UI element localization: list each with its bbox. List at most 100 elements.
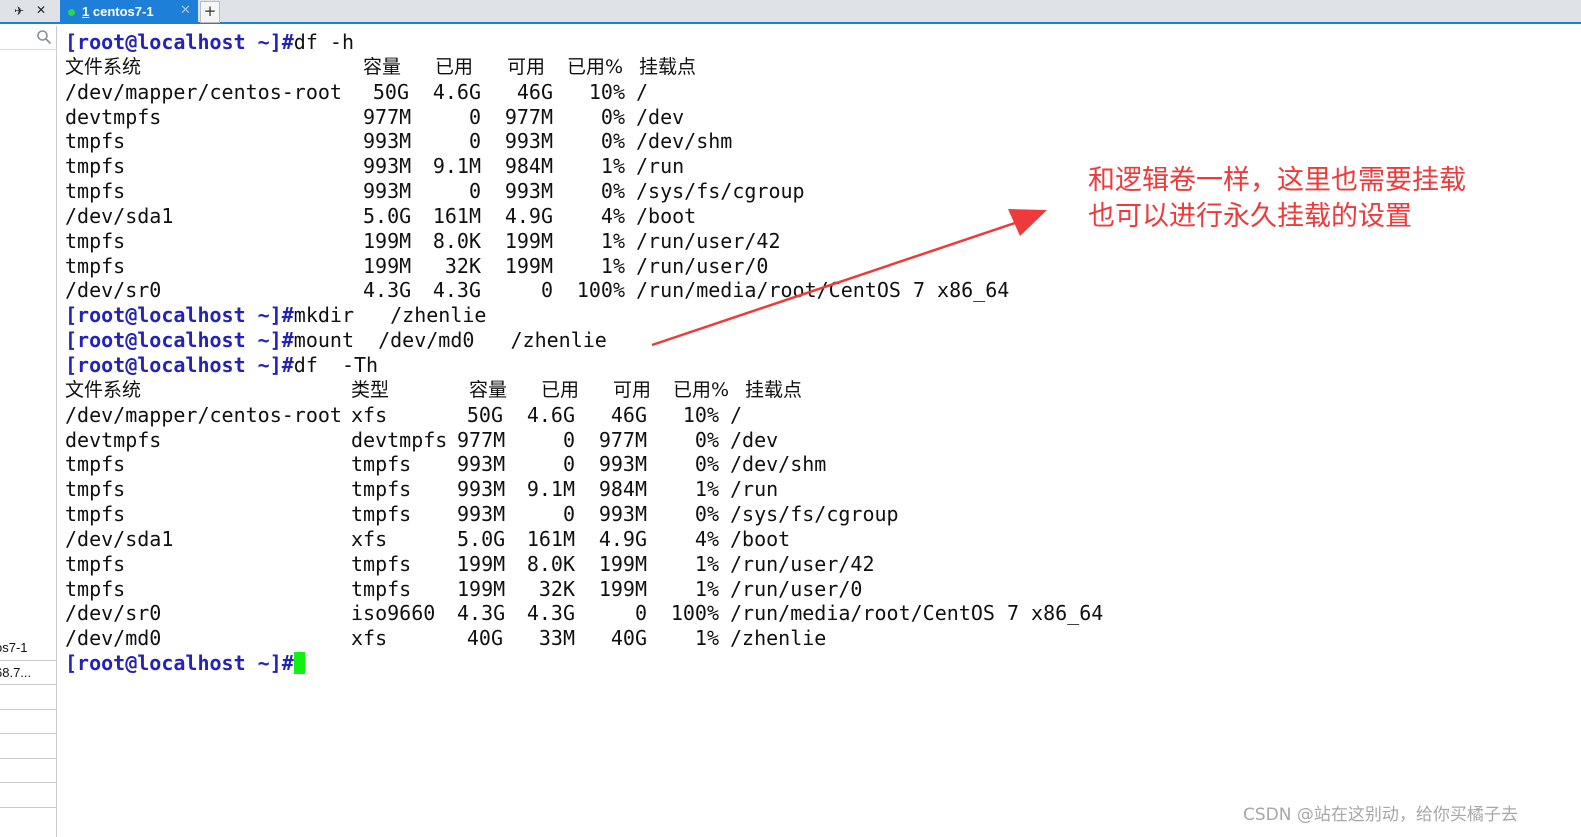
df-cell: 5.0G [457, 526, 506, 551]
session-item[interactable] [0, 734, 57, 759]
command-line: [root@localhost ~]# [65, 651, 1165, 676]
df-header-row: 文件系统 类型 容量 已用 可用 已用% 挂载点 [65, 378, 1165, 403]
df-cell: / [730, 402, 743, 427]
df-cell: /run/user/42 [730, 551, 875, 576]
sidebar-search[interactable] [0, 26, 57, 50]
df-cell: 4% [600, 203, 625, 228]
command-line: [root@localhost ~]#mount /dev/md0 /zhenl… [65, 328, 1165, 353]
df-cell: tmpfs [351, 576, 412, 601]
df-cell: tmpfs [65, 154, 126, 179]
shell-prompt: [root@localhost ~]# [65, 30, 294, 54]
df-row: tmpfs tmpfs 199M 32K 199M 1% /run/user/0 [65, 577, 1165, 602]
session-list: os7-1 68.7... [0, 636, 57, 808]
session-item[interactable] [0, 685, 57, 710]
df-cell: /dev/sr0 [65, 278, 162, 303]
shell-prompt: [root@localhost ~]# [65, 352, 294, 377]
session-item[interactable] [0, 710, 57, 734]
df-header-cell: 文件系统 [65, 378, 142, 401]
df-cell: tmpfs [65, 179, 126, 204]
df-cell: 199M [363, 253, 412, 278]
command-line: [root@localhost ~]#df -Th [65, 353, 1165, 378]
tab-centos7-1[interactable]: 1 centos7-1 ✕ [60, 0, 198, 24]
df-cell: 4.9G [504, 203, 553, 228]
pin-icon[interactable]: ✈ [14, 4, 28, 20]
df-cell: 993M [457, 477, 506, 502]
df-row: /dev/md0 xfs 40G 33M 40G 1% /zhenlie [65, 626, 1165, 651]
session-item-label: 68.7... [0, 664, 32, 680]
df-cell: 100% [576, 278, 625, 303]
df-cell: 993M [598, 452, 647, 477]
df-cell: 977M [598, 427, 647, 452]
df-cell: 46G [516, 79, 553, 104]
df-cell: 0 [540, 278, 553, 303]
session-item[interactable] [0, 759, 57, 783]
df-cell: devtmpfs [65, 104, 162, 129]
df-cell: /boot [636, 203, 697, 228]
command-text: mount /dev/md0 /zhenlie [293, 328, 607, 353]
df-cell: 977M [457, 427, 506, 452]
session-item[interactable] [0, 783, 57, 808]
df-cell: tmpfs [65, 129, 126, 154]
terminal-output[interactable]: [root@localhost ~]#df -h 文件系统 容量 已用 可用 已用% 挂载… [65, 30, 1165, 676]
df-cell: 0% [600, 104, 625, 129]
df-cell: 0 [562, 452, 575, 477]
df-cell: 1% [694, 477, 719, 502]
df-cell: 4.6G [432, 79, 481, 104]
df-cell: /dev/shm [636, 129, 733, 154]
df-cell: tmpfs [65, 576, 126, 601]
df-cell: 32K [444, 253, 481, 278]
df-cell: xfs [351, 402, 388, 427]
df-cell: 977M [504, 104, 553, 129]
df-header-cell: 已用% [673, 378, 730, 401]
tab-label: 1 centos7-1 [82, 4, 154, 19]
df-cell: 4.3G [526, 601, 575, 626]
df-cell: devtmpfs [351, 427, 448, 452]
df-cell: 1% [600, 253, 625, 278]
df-cell: 993M [457, 502, 506, 527]
tab-close-icon[interactable]: ✕ [180, 3, 191, 18]
df-cell: 993M [598, 502, 647, 527]
df-cell: /run/user/0 [730, 576, 863, 601]
search-icon[interactable] [36, 29, 52, 45]
df-cell: /sys/fs/cgroup [730, 502, 899, 527]
df-cell: devtmpfs [65, 427, 162, 452]
df-header-cell: 可用 [507, 55, 546, 78]
df-cell: /dev/sda1 [65, 203, 174, 228]
df-cell: 199M [457, 551, 506, 576]
df-cell: 161M [432, 203, 481, 228]
df-cell: /boot [730, 526, 791, 551]
close-icon[interactable]: ✕ [36, 3, 50, 19]
connection-status-icon [68, 9, 75, 16]
df-cell: 161M [526, 526, 575, 551]
df-cell: 0 [562, 427, 575, 452]
df-cell: 199M [504, 253, 553, 278]
df-row: /dev/sr0 4.3G 4.3G 0 100% /run/media/root/Cen… [65, 278, 1165, 303]
df-cell: /run/media/root/CentOS 7 x86_64 [730, 601, 1104, 626]
df-row: tmpfs 993M 0 993M 0% /sys/fs/cgroup [65, 179, 1165, 204]
df-cell: /dev/md0 [65, 626, 162, 651]
df-cell: 0 [634, 601, 647, 626]
df-cell: 5.0G [363, 203, 412, 228]
df-header-cell: 挂载点 [639, 55, 697, 78]
df-header-cell: 已用% [567, 55, 624, 78]
df-cell: 32K [538, 576, 575, 601]
df-cell: 9.1M [526, 477, 575, 502]
df-cell: 199M [598, 551, 647, 576]
new-tab-button[interactable]: + [200, 1, 220, 23]
session-item[interactable]: os7-1 [0, 636, 57, 661]
session-item[interactable]: 68.7... [0, 661, 57, 685]
df-cell: 8.0K [526, 551, 575, 576]
df-cell: 0% [600, 179, 625, 204]
df-cell: 0% [694, 452, 719, 477]
df-cell: 1% [600, 154, 625, 179]
df-row: /dev/sda1 5.0G 161M 4.9G 4% /boot [65, 204, 1165, 229]
df-cell: tmpfs [351, 551, 412, 576]
df-cell: 4.6G [526, 402, 575, 427]
df-header-cell: 类型 [351, 378, 390, 401]
df-header-cell: 容量 [469, 378, 508, 401]
df-cell: 1% [694, 551, 719, 576]
df-cell: tmpfs [65, 452, 126, 477]
df-cell: 977M [363, 104, 412, 129]
command-text: df -h [293, 30, 354, 54]
df-table: /dev/mapper/centos-root 50G 4.6G 46G 10% / dev… [65, 80, 1165, 304]
